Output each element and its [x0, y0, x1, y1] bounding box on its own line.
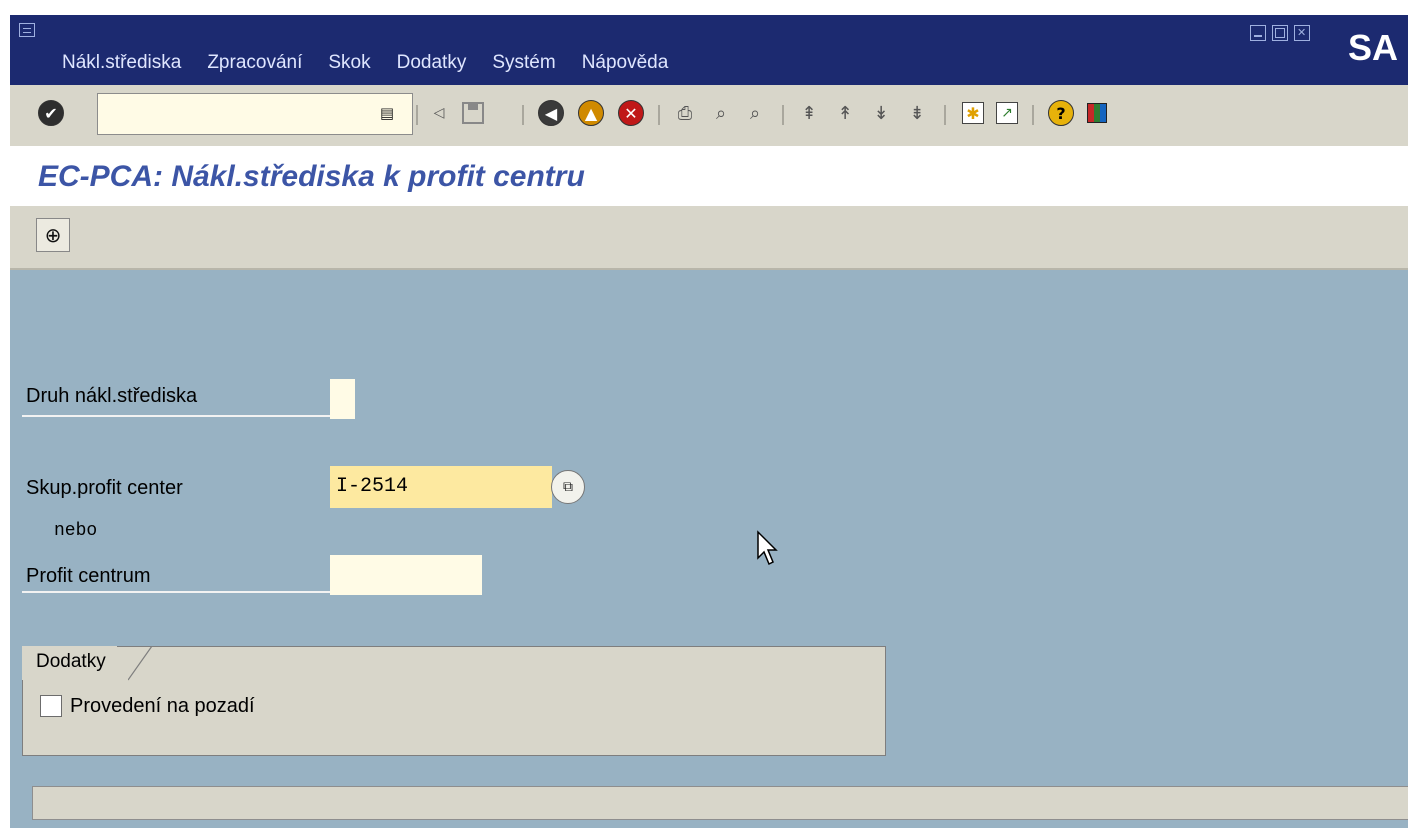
menu-item-help[interactable]: Nápověda [582, 52, 669, 74]
back-icon[interactable]: ◀ [536, 98, 566, 128]
help-icon[interactable]: ? [1046, 98, 1076, 128]
sap-logo: SA [1340, 15, 1408, 85]
find-next-icon[interactable]: ⌕ [740, 98, 770, 128]
execute-button[interactable]: ⊕ [36, 218, 70, 252]
label-underline [22, 591, 330, 593]
first-page-icon[interactable]: ⇞ [794, 98, 824, 128]
multiple-selection-icon[interactable]: ⧉ [551, 470, 585, 504]
screen-title-bar: EC-PCA: Nákl.střediska k profit centru [10, 146, 1408, 206]
menu-item-cost-centers[interactable]: Nákl.střediska [62, 52, 181, 74]
enter-icon[interactable]: ✔ [36, 98, 66, 128]
cost-center-type-input[interactable] [330, 379, 355, 419]
minimize-icon[interactable] [1250, 25, 1266, 41]
collapse-icon[interactable]: ◁ [424, 98, 454, 128]
extras-tab: Dodatky [22, 646, 134, 680]
profit-center-label: Profit centrum [26, 565, 151, 587]
cost-center-type-label: Druh nákl.střediska [26, 385, 198, 407]
print-icon[interactable]: ⎙ [670, 98, 700, 128]
maximize-icon[interactable] [1272, 25, 1288, 41]
status-bar [32, 786, 1408, 820]
page-title: EC-PCA: Nákl.střediska k profit centru [38, 160, 585, 193]
menu-item-system[interactable]: Systém [492, 52, 555, 74]
profit-center-input[interactable] [330, 555, 482, 595]
menu-item-edit[interactable]: Zpracování [207, 52, 302, 74]
background-processing-label: Provedení na pozadí [70, 695, 255, 717]
shortcut-icon[interactable]: ↗ [992, 98, 1022, 128]
menu-item-extras[interactable]: Dodatky [397, 52, 467, 74]
command-history-icon[interactable]: ▤ [372, 98, 402, 128]
standard-toolbar: ✔ ▤ ◁ ◀ ▲ ✕ ⎙ ⌕ ⌕ ⇞ ↟ ↡ ⇟ ✱ ↗ ? [10, 85, 1408, 147]
sap-window: Nákl.střediska Zpracování Skok Dodatky S… [10, 15, 1408, 828]
save-icon[interactable] [458, 98, 488, 128]
new-session-icon[interactable]: ✱ [958, 98, 988, 128]
layout-icon[interactable] [1082, 98, 1112, 128]
profit-center-group-input[interactable]: I-2514 [330, 466, 552, 508]
close-icon[interactable] [1294, 25, 1310, 41]
extras-tab-label: Dodatky [36, 651, 106, 672]
prev-page-icon[interactable]: ↟ [830, 98, 860, 128]
application-toolbar: ⊕ [10, 206, 1408, 270]
next-page-icon[interactable]: ↡ [866, 98, 896, 128]
menu-item-goto[interactable]: Skok [328, 52, 370, 74]
background-processing-checkbox[interactable] [40, 695, 62, 717]
tab-slant [128, 646, 153, 681]
mouse-cursor-icon [757, 530, 778, 566]
find-icon[interactable]: ⌕ [706, 98, 736, 128]
label-underline [22, 415, 330, 417]
or-text: nebo [54, 521, 98, 541]
last-page-icon[interactable]: ⇟ [902, 98, 932, 128]
command-field[interactable] [97, 93, 413, 135]
profit-center-group-label: Skup.profit center [26, 477, 183, 499]
title-bar: Nákl.střediska Zpracování Skok Dodatky S… [10, 15, 1408, 85]
menu-bar: Nákl.střediska Zpracování Skok Dodatky S… [62, 52, 668, 74]
window-menu-icon[interactable] [19, 23, 35, 37]
sap-logo-text: SA [1348, 27, 1399, 68]
cancel-icon[interactable]: ✕ [616, 98, 646, 128]
execute-icon: ⊕ [44, 223, 62, 247]
exit-icon[interactable]: ▲ [576, 98, 606, 128]
